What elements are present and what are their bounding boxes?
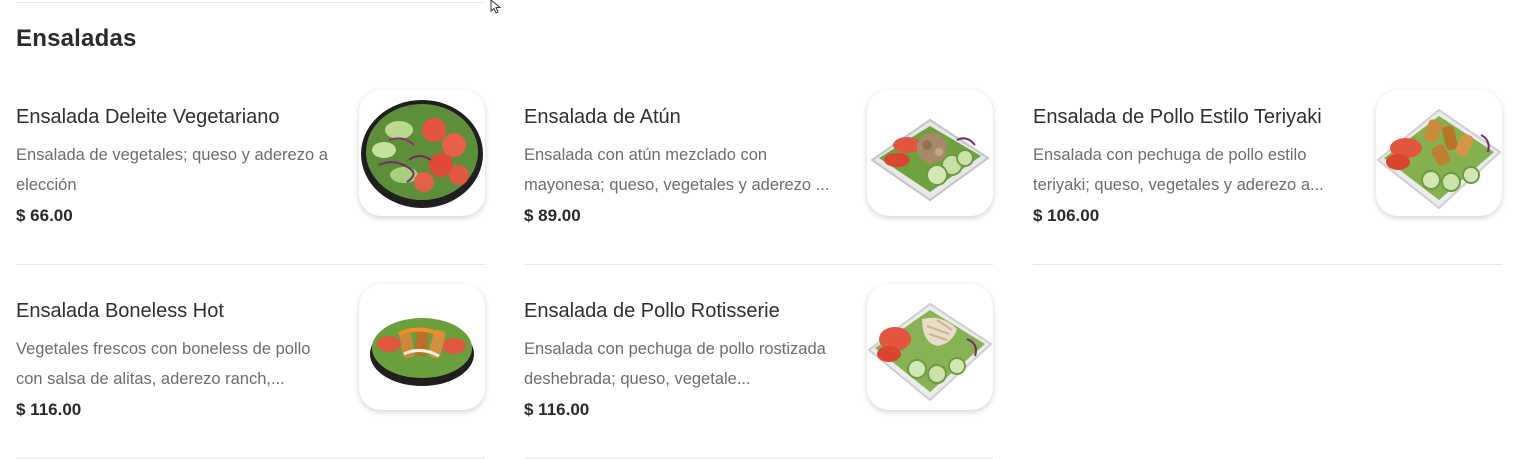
vegetarian-salad-image[interactable] xyxy=(359,90,485,216)
menu-item-info: Ensalada de Atún Ensalada con atún mezcl… xyxy=(524,104,849,226)
menu-item-description: Vegetales frescos con boneless de pollo … xyxy=(16,340,311,388)
menu-item-card[interactable]: Ensalada de Atún Ensalada con atún mezcl… xyxy=(524,90,993,265)
menu-item-price: $ 66.00 xyxy=(16,206,73,225)
section-title: Ensaladas xyxy=(16,25,137,52)
tuna-salad-image[interactable] xyxy=(867,90,993,216)
menu-item-description: Ensalada de vegetales; queso y aderezo a… xyxy=(16,146,328,194)
menu-item-name: Ensalada de Pollo Estilo Teriyaki xyxy=(1033,106,1322,128)
menu-item-price: $ 106.00 xyxy=(1033,206,1100,225)
menu-item-card[interactable]: Ensalada de Pollo Estilo Teriyaki Ensala… xyxy=(1033,90,1502,265)
menu-item-info: Ensalada de Pollo Estilo Teriyaki Ensala… xyxy=(1033,104,1358,226)
teriyaki-chicken-salad-image[interactable] xyxy=(1376,90,1502,216)
mouse-cursor-icon xyxy=(490,0,502,14)
menu-item-description: Ensalada con atún mezclado con mayonesa;… xyxy=(524,146,830,194)
menu-item-price: $ 89.00 xyxy=(524,206,581,225)
menu-item-description: Ensalada con pechuga de pollo estilo ter… xyxy=(1033,146,1324,194)
top-divider xyxy=(16,2,485,3)
boneless-hot-salad-image[interactable] xyxy=(359,284,485,410)
menu-item-info: Ensalada Boneless Hot Vegetales frescos … xyxy=(16,298,341,420)
menu-item-price: $ 116.00 xyxy=(524,400,590,419)
menu-item-name: Ensalada Boneless Hot xyxy=(16,300,224,322)
menu-item-card[interactable]: Ensalada Deleite Vegetariano Ensalada de… xyxy=(16,90,485,265)
menu-item-card[interactable]: Ensalada Boneless Hot Vegetales frescos … xyxy=(16,284,485,459)
menu-item-description: Ensalada con pechuga de pollo rostizada … xyxy=(524,340,826,388)
menu-item-price: $ 116.00 xyxy=(16,400,82,419)
menu-item-name: Ensalada Deleite Vegetariano xyxy=(16,106,280,128)
menu-item-card[interactable]: Ensalada de Pollo Rotisserie Ensalada co… xyxy=(524,284,993,459)
menu-item-name: Ensalada de Atún xyxy=(524,106,681,128)
menu-item-info: Ensalada de Pollo Rotisserie Ensalada co… xyxy=(524,298,849,420)
menu-item-info: Ensalada Deleite Vegetariano Ensalada de… xyxy=(16,104,341,226)
rotisserie-chicken-salad-image[interactable] xyxy=(867,284,993,410)
menu-item-name: Ensalada de Pollo Rotisserie xyxy=(524,300,780,322)
